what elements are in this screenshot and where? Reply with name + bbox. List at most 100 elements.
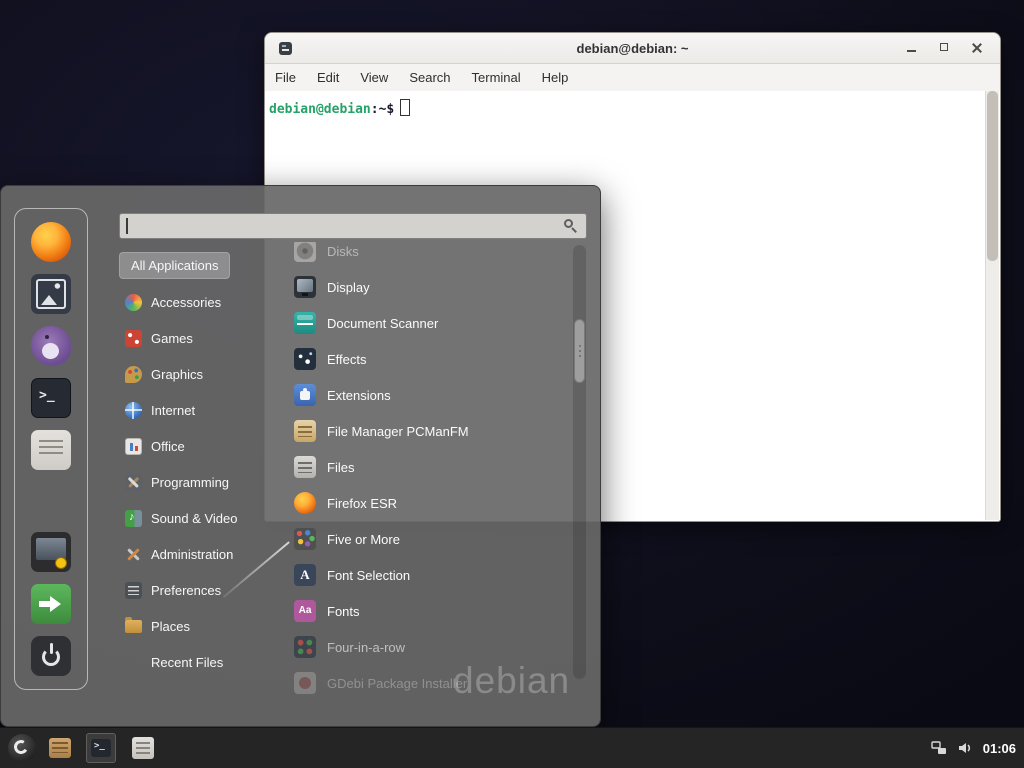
app-five-or-more[interactable]: Five or More <box>290 521 572 557</box>
close-icon[interactable] <box>966 38 988 58</box>
app-firefox-esr[interactable]: Firefox ESR <box>290 485 572 521</box>
terminal-scrollbar-thumb[interactable] <box>987 91 998 261</box>
preferences-icon <box>125 582 142 599</box>
five-or-more-icon <box>294 528 316 550</box>
app-extensions[interactable]: Extensions <box>290 377 572 413</box>
prompt-user: debian@debian <box>269 102 371 117</box>
app-list: Disks Display Document Scanner Effects E… <box>290 242 572 694</box>
terminal-icon[interactable] <box>31 378 71 418</box>
category-label: Recent Files <box>151 655 223 670</box>
text-editor-launcher-icon[interactable] <box>132 737 154 759</box>
network-icon[interactable] <box>931 740 947 756</box>
app-list-scrollbar[interactable] <box>573 245 586 679</box>
category-label: All Applications <box>131 258 218 273</box>
menu-search[interactable]: Search <box>409 70 450 85</box>
quit-icon[interactable] <box>31 636 71 676</box>
category-accessories[interactable]: Accessories <box>119 284 287 320</box>
app-font-selection[interactable]: Font Selection <box>290 557 572 593</box>
app-disks[interactable]: Disks <box>290 242 572 269</box>
log-out-icon[interactable] <box>31 584 71 624</box>
text-editor-icon[interactable] <box>31 430 71 470</box>
category-label: Preferences <box>151 583 221 598</box>
menu-terminal[interactable]: Terminal <box>472 70 521 85</box>
app-label: Five or More <box>327 532 400 547</box>
terminal-menubar: File Edit View Search Terminal Help <box>265 64 1000 91</box>
category-label: Office <box>151 439 185 454</box>
clock[interactable]: 01:06 <box>983 741 1016 756</box>
volume-icon[interactable] <box>957 740 973 756</box>
category-preferences[interactable]: Preferences <box>119 572 287 608</box>
menu-help[interactable]: Help <box>542 70 569 85</box>
app-pcmanfm[interactable]: File Manager PCManFM <box>290 413 572 449</box>
category-games[interactable]: Games <box>119 320 287 356</box>
disks-icon <box>294 242 316 262</box>
fonts-icon <box>294 600 316 622</box>
category-places[interactable]: Places <box>119 608 287 644</box>
search-caret <box>126 218 128 234</box>
app-files[interactable]: Files <box>290 449 572 485</box>
category-recent-files[interactable]: Recent Files <box>119 644 287 680</box>
menu-edit[interactable]: Edit <box>317 70 339 85</box>
category-office[interactable]: Office <box>119 428 287 464</box>
category-all-applications[interactable]: All Applications <box>119 252 230 279</box>
office-icon <box>125 438 142 455</box>
app-document-scanner[interactable]: Document Scanner <box>290 305 572 341</box>
menu-file[interactable]: File <box>275 70 296 85</box>
search-icon <box>563 218 579 234</box>
extensions-icon <box>294 384 316 406</box>
file-manager-launcher-icon[interactable] <box>49 738 71 758</box>
menu-button[interactable] <box>8 734 36 762</box>
category-administration[interactable]: Administration <box>119 536 287 572</box>
category-label: Games <box>151 331 193 346</box>
lock-screen-icon[interactable] <box>31 532 71 572</box>
games-icon <box>125 330 142 347</box>
app-label: Extensions <box>327 388 391 403</box>
accessories-icon <box>125 294 142 311</box>
administration-icon <box>125 546 142 563</box>
terminal-cursor <box>400 99 410 116</box>
effects-icon <box>294 348 316 370</box>
window-title: debian@debian: ~ <box>265 41 1000 56</box>
app-label: Effects <box>327 352 367 367</box>
firefox-icon[interactable] <box>31 222 71 262</box>
terminal-window-icon <box>279 42 292 55</box>
firefox-icon <box>294 492 316 514</box>
app-effects[interactable]: Effects <box>290 341 572 377</box>
app-label: File Manager PCManFM <box>327 424 469 439</box>
four-in-a-row-icon <box>294 636 316 658</box>
search-input[interactable] <box>120 219 563 234</box>
category-label: Internet <box>151 403 195 418</box>
category-label: Administration <box>151 547 233 562</box>
taskbar: 01:06 <box>0 727 1024 768</box>
app-fonts[interactable]: Fonts <box>290 593 572 629</box>
search-bar <box>119 213 587 239</box>
sound-video-icon <box>125 510 142 527</box>
app-label: Fonts <box>327 604 360 619</box>
app-label: GDebi Package Installer <box>327 676 467 691</box>
internet-icon <box>125 402 142 419</box>
app-display[interactable]: Display <box>290 269 572 305</box>
terminal-scrollbar[interactable] <box>985 91 999 520</box>
category-graphics[interactable]: Graphics <box>119 356 287 392</box>
terminal-icon <box>91 739 111 757</box>
maximize-icon[interactable] <box>933 38 955 58</box>
terminal-taskbar-button[interactable] <box>86 733 116 763</box>
category-programming[interactable]: Programming <box>119 464 287 500</box>
system-tray: 01:06 <box>931 740 1016 756</box>
minimize-icon[interactable] <box>900 38 922 58</box>
programming-icon <box>125 474 142 491</box>
app-label: Disks <box>327 244 359 259</box>
gdebi-icon <box>294 672 316 694</box>
pidgin-icon[interactable] <box>31 326 71 366</box>
app-label: Firefox ESR <box>327 496 397 511</box>
photos-icon[interactable] <box>31 274 71 314</box>
menu-view[interactable]: View <box>360 70 388 85</box>
category-internet[interactable]: Internet <box>119 392 287 428</box>
terminal-titlebar[interactable]: debian@debian: ~ <box>265 33 1000 64</box>
prompt-path: :~$ <box>371 102 394 117</box>
places-icon <box>125 620 142 633</box>
app-list-scrollbar-thumb[interactable] <box>574 319 585 383</box>
category-label: Sound & Video <box>151 511 238 526</box>
category-sound-video[interactable]: Sound & Video <box>119 500 287 536</box>
category-label: Programming <box>151 475 229 490</box>
